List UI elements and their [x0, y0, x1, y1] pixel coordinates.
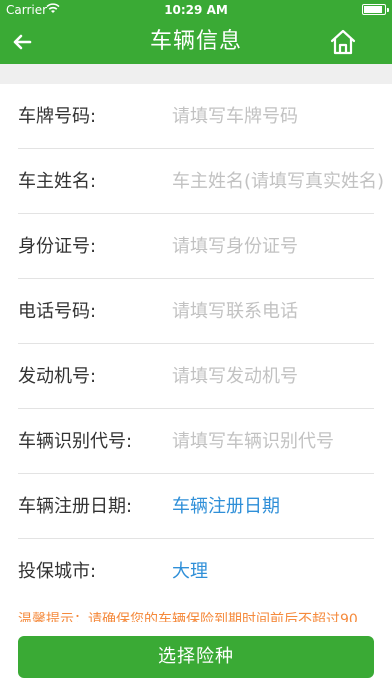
form-row-phone: 电话号码: 请填写联系电话 [0, 279, 392, 344]
vin-label: 车辆识别代号: [18, 431, 133, 452]
form-row-registration-date: 车辆注册日期: 车辆注册日期 [0, 474, 392, 539]
vehicle-info-form: 车牌号码: 请填写车牌号码 车主姓名: 车主姓名(请填写真实姓名) 身份证号: … [0, 84, 392, 604]
id-number-input[interactable]: 请填写身份证号 [172, 214, 298, 279]
section-separator [0, 64, 392, 84]
form-row-id-number: 身份证号: 请填写身份证号 [0, 214, 392, 279]
form-row-engine-number: 发动机号: 请填写发动机号 [0, 344, 392, 409]
home-button[interactable] [328, 27, 358, 57]
plate-number-label: 车牌号码: [18, 106, 97, 127]
home-icon [330, 29, 356, 55]
engine-number-label: 发动机号: [18, 366, 97, 387]
insured-city-label: 投保城市: [18, 561, 97, 582]
phone-input[interactable]: 请填写联系电话 [172, 279, 298, 344]
owner-name-label: 车主姓名: [18, 171, 97, 192]
id-number-label: 身份证号: [18, 236, 97, 257]
arrow-left-icon [13, 34, 32, 50]
clock: 10:29 AM [164, 3, 228, 17]
select-insurance-button[interactable]: 选择险种 [18, 636, 374, 678]
registration-date-label: 车辆注册日期: [18, 496, 133, 517]
back-button[interactable] [6, 26, 38, 58]
form-row-insured-city: 投保城市: 大理 [0, 539, 392, 604]
form-row-vin: 车辆识别代号: 请填写车辆识别代号 [0, 409, 392, 474]
navigation-bar: 车辆信息 [0, 20, 392, 64]
form-row-owner-name: 车主姓名: 车主姓名(请填写真实姓名) [0, 149, 392, 214]
insured-city-picker[interactable]: 大理 [172, 539, 208, 604]
plate-number-input[interactable]: 请填写车牌号码 [172, 84, 298, 149]
status-bar: Carrier 10:29 AM [0, 0, 392, 20]
engine-number-input[interactable]: 请填写发动机号 [172, 344, 298, 409]
form-row-plate-number: 车牌号码: 请填写车牌号码 [0, 84, 392, 149]
owner-name-input[interactable]: 车主姓名(请填写真实姓名) [172, 149, 384, 214]
registration-date-picker[interactable]: 车辆注册日期 [172, 474, 280, 539]
vin-input[interactable]: 请填写车辆识别代号 [172, 409, 334, 474]
battery-icon [362, 4, 389, 15]
phone-label: 电话号码: [18, 301, 97, 322]
